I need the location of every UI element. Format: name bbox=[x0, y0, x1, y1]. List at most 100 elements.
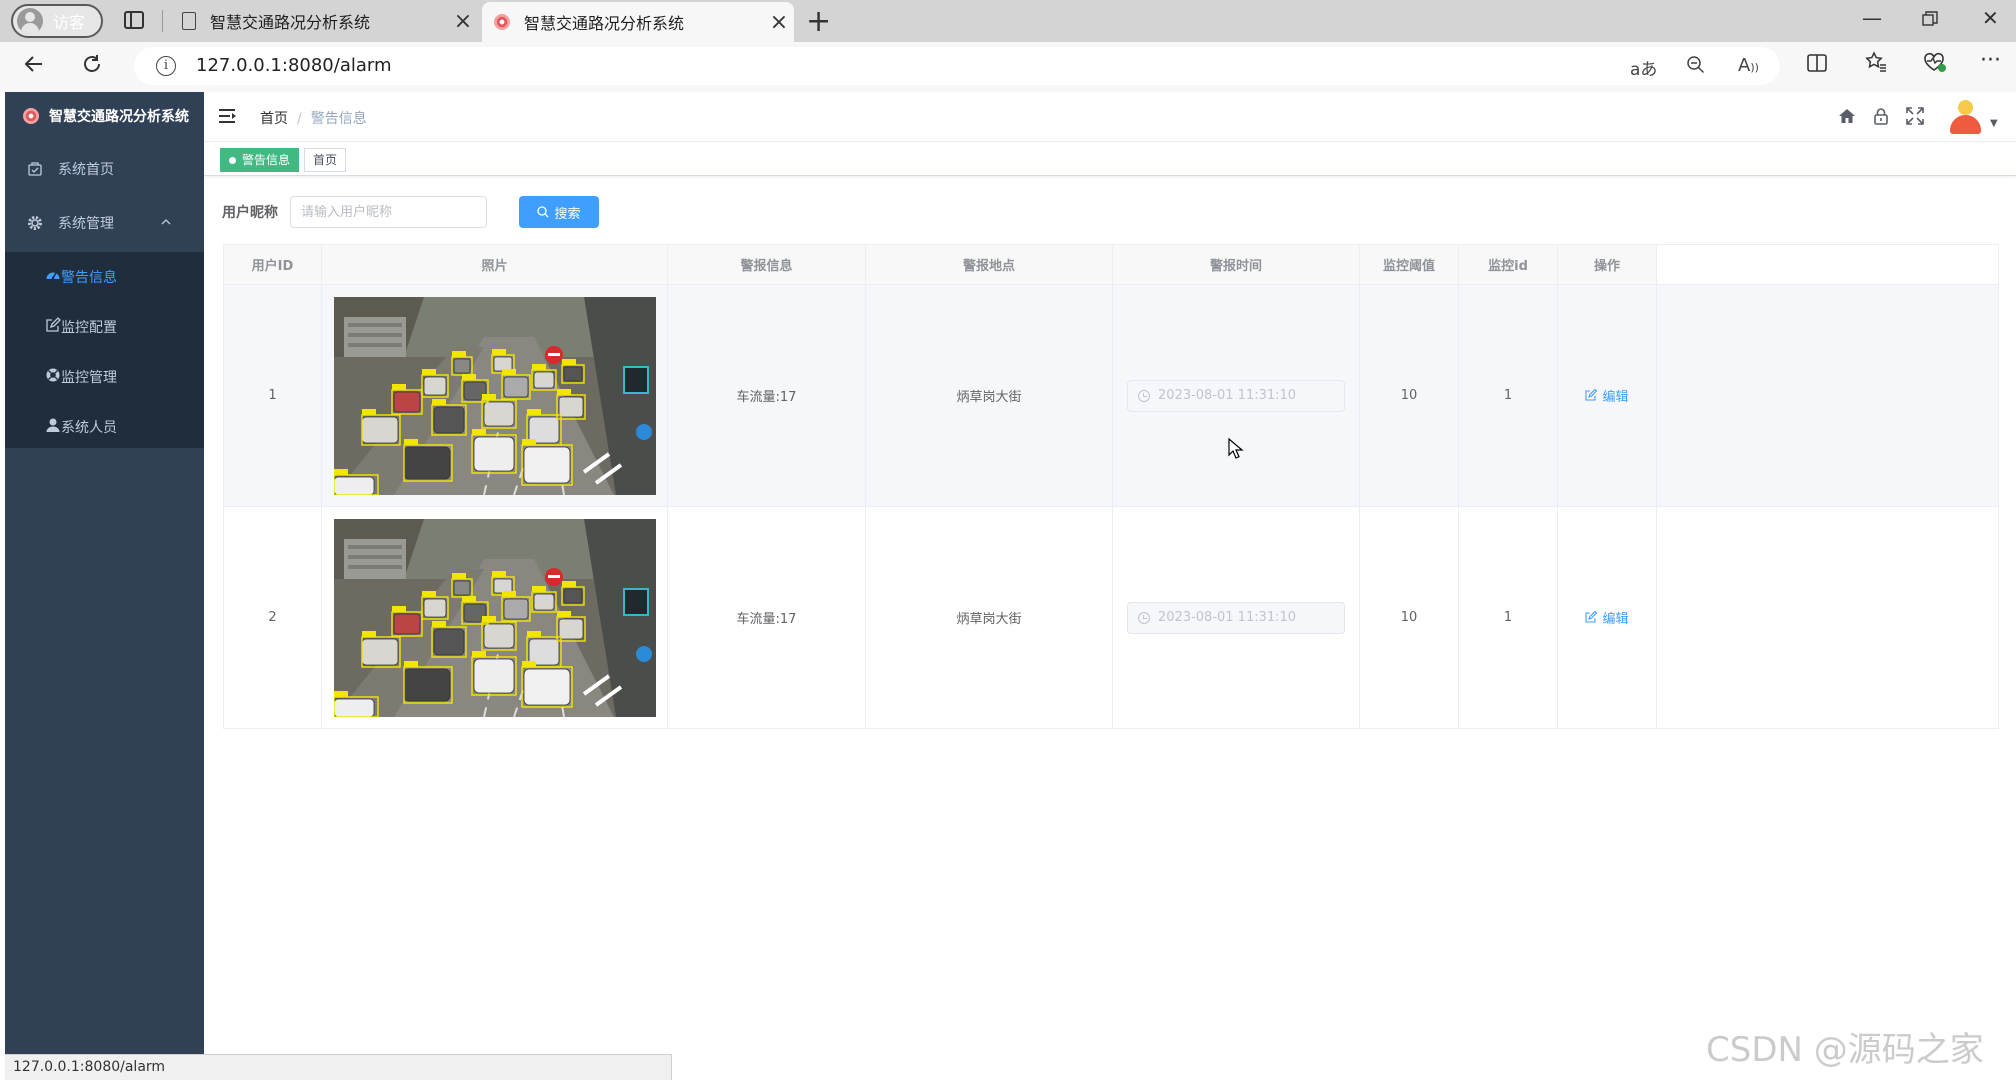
table-row: 1 车流量:17 炳草岗大街 2023-08-01 11:31:10 10 1 … bbox=[223, 284, 1999, 507]
zoom-out-icon[interactable] bbox=[1686, 55, 1706, 80]
table-filler bbox=[1656, 244, 1999, 285]
column-header: 操作 bbox=[1557, 244, 1657, 285]
dashboard-gauge-icon bbox=[45, 267, 61, 287]
tab-actions-icon[interactable] bbox=[124, 11, 144, 29]
alarm-time-picker[interactable]: 2023-08-01 11:31:10 bbox=[1127, 601, 1345, 634]
column-header: 用户ID bbox=[223, 244, 322, 285]
caret-down-icon[interactable]: ▼ bbox=[1990, 118, 1998, 129]
column-header: 警报地点 bbox=[865, 244, 1113, 285]
more-options-icon[interactable]: ··· bbox=[1980, 48, 2001, 73]
search-button-label: 搜索 bbox=[554, 206, 581, 222]
cell-user-id: 1 bbox=[223, 284, 322, 507]
clock-icon bbox=[1138, 611, 1150, 624]
column-header: 监控id bbox=[1458, 244, 1558, 285]
edit-button[interactable]: 编辑 bbox=[1585, 386, 1629, 405]
top-navbar: 首页 / 警告信息 ▼ bbox=[204, 92, 2016, 142]
browser-tab-title: 智慧交通路况分析系统 bbox=[524, 14, 685, 33]
home-icon[interactable] bbox=[1838, 106, 1856, 130]
cell-monitor-id: 1 bbox=[1458, 284, 1558, 507]
lollipop-favicon-icon bbox=[494, 14, 510, 30]
browser-essentials-icon[interactable] bbox=[1922, 50, 1948, 80]
edit-icon bbox=[45, 317, 61, 337]
cell-alarm-info: 车流量:17 bbox=[667, 284, 866, 507]
sidebar-item-system-users[interactable]: 系统人员 bbox=[5, 402, 204, 452]
profile-label: 访客 bbox=[53, 13, 86, 32]
tags-view: 警告信息 首页 bbox=[204, 142, 2016, 176]
sidebar-item-monitor-management[interactable]: 监控管理 bbox=[5, 352, 204, 402]
cell-threshold: 10 bbox=[1359, 506, 1459, 729]
edit-label: 编辑 bbox=[1602, 611, 1629, 627]
favorites-icon[interactable] bbox=[1864, 50, 1888, 80]
profile-avatar-icon bbox=[17, 8, 43, 34]
search-icon bbox=[537, 206, 549, 218]
chevron-up-icon bbox=[161, 215, 171, 231]
sidebar-item-alarm-info[interactable]: 警告信息 bbox=[5, 252, 204, 302]
alarm-time-picker[interactable]: 2023-08-01 11:31:10 bbox=[1127, 379, 1345, 412]
new-tab-icon[interactable]: + bbox=[806, 4, 831, 39]
column-header: 警报信息 bbox=[667, 244, 866, 285]
sidebar-logo[interactable]: 智慧交通路况分析系统 bbox=[5, 92, 204, 140]
sidebar-item-label: 系统人员 bbox=[61, 420, 117, 436]
edit-icon bbox=[1585, 389, 1598, 401]
sidebar-title: 智慧交通路况分析系统 bbox=[49, 109, 189, 125]
gear-icon bbox=[27, 215, 43, 231]
edit-button[interactable]: 编辑 bbox=[1585, 608, 1629, 627]
split-screen-icon[interactable] bbox=[1806, 52, 1828, 80]
cell-photo bbox=[321, 284, 668, 507]
nickname-search-input[interactable] bbox=[290, 196, 487, 228]
cell-alarm-time: 2023-08-01 11:31:10 bbox=[1112, 284, 1360, 507]
dashboard-icon bbox=[27, 161, 43, 177]
back-arrow-icon[interactable] bbox=[22, 50, 46, 83]
cell-user-id: 2 bbox=[223, 506, 322, 729]
user-avatar[interactable] bbox=[1948, 100, 1982, 136]
user-icon bbox=[45, 417, 61, 437]
sidebar-item-monitor-config[interactable]: 监控配置 bbox=[5, 302, 204, 352]
mouse-cursor-icon bbox=[1228, 438, 1244, 459]
status-url-text: 127.0.0.1:8080/alarm bbox=[13, 1059, 166, 1075]
minimize-icon[interactable]: — bbox=[1862, 6, 1882, 30]
close-tab-icon[interactable]: × bbox=[764, 10, 794, 35]
browser-tab-title: 智慧交通路况分析系统 bbox=[210, 13, 371, 32]
breadcrumb-separator: / bbox=[297, 111, 302, 127]
breadcrumb-home-link[interactable]: 首页 bbox=[260, 111, 288, 127]
watermark: CSDN @源码之家 bbox=[1706, 1030, 1984, 1070]
close-window-icon[interactable]: ✕ bbox=[1982, 6, 1999, 30]
table-filler bbox=[1656, 506, 1999, 729]
lock-icon[interactable] bbox=[1872, 106, 1890, 130]
search-button[interactable]: 搜索 bbox=[519, 196, 599, 228]
sidebar-item-system-management[interactable]: 系统管理 bbox=[5, 198, 204, 248]
tag-alarm-info[interactable]: 警告信息 bbox=[220, 148, 300, 172]
browser-tab-2[interactable]: 智慧交通路况分析系统 × bbox=[482, 2, 794, 42]
alarm-time-value: 2023-08-01 11:31:10 bbox=[1158, 388, 1297, 403]
traffic-detection-photo[interactable] bbox=[333, 518, 656, 717]
restore-icon[interactable] bbox=[1922, 8, 1938, 32]
sidebar-item-dashboard[interactable]: 系统首页 bbox=[5, 144, 204, 194]
hamburger-icon[interactable] bbox=[219, 109, 236, 123]
lollipop-logo-icon bbox=[23, 108, 39, 124]
url-text: 127.0.0.1:8080/alarm bbox=[196, 55, 392, 76]
traffic-detection-photo[interactable] bbox=[333, 296, 656, 495]
clock-icon bbox=[1138, 389, 1150, 402]
page-favicon-icon bbox=[182, 12, 196, 30]
table-row: 2 车流量:17 炳草岗大街 2023-08-01 11:31:10 10 1 … bbox=[223, 506, 1999, 729]
browser-tab-1[interactable]: 智慧交通路况分析系统 × bbox=[170, 0, 478, 42]
close-tab-icon[interactable]: × bbox=[448, 9, 478, 34]
cell-alarm-location: 炳草岗大街 bbox=[865, 506, 1113, 729]
browser-profile-button[interactable]: 访客 bbox=[11, 4, 103, 38]
fullscreen-icon[interactable] bbox=[1906, 106, 1924, 130]
tab-divider bbox=[162, 10, 163, 32]
translate-icon[interactable]: aあ bbox=[1630, 55, 1657, 80]
reload-icon[interactable] bbox=[80, 50, 104, 83]
tag-home[interactable]: 首页 bbox=[304, 148, 347, 172]
status-bar-url: 127.0.0.1:8080/alarm bbox=[5, 1054, 672, 1080]
sidebar-item-label: 监控配置 bbox=[61, 320, 117, 336]
url-field[interactable]: i 127.0.0.1:8080/alarm aあ A)) bbox=[134, 47, 1780, 85]
alarm-time-value: 2023-08-01 11:31:10 bbox=[1158, 610, 1297, 625]
read-aloud-icon[interactable]: A)) bbox=[1738, 55, 1759, 76]
browser-tab-bar: 访客 智慧交通路况分析系统 × 智慧交通路况分析系统 × + — ✕ bbox=[0, 0, 2016, 42]
site-info-icon[interactable]: i bbox=[156, 56, 176, 76]
breadcrumb: 首页 / 警告信息 bbox=[260, 108, 367, 128]
submenu-system-management: 警告信息 监控配置 监控管理 系统人员 bbox=[5, 252, 204, 448]
sidebar-item-label: 监控管理 bbox=[61, 370, 117, 386]
sidebar: 智慧交通路况分析系统 系统首页 系统管理 警告信息 监控配置 监控管理 系统人员 bbox=[5, 92, 204, 1054]
